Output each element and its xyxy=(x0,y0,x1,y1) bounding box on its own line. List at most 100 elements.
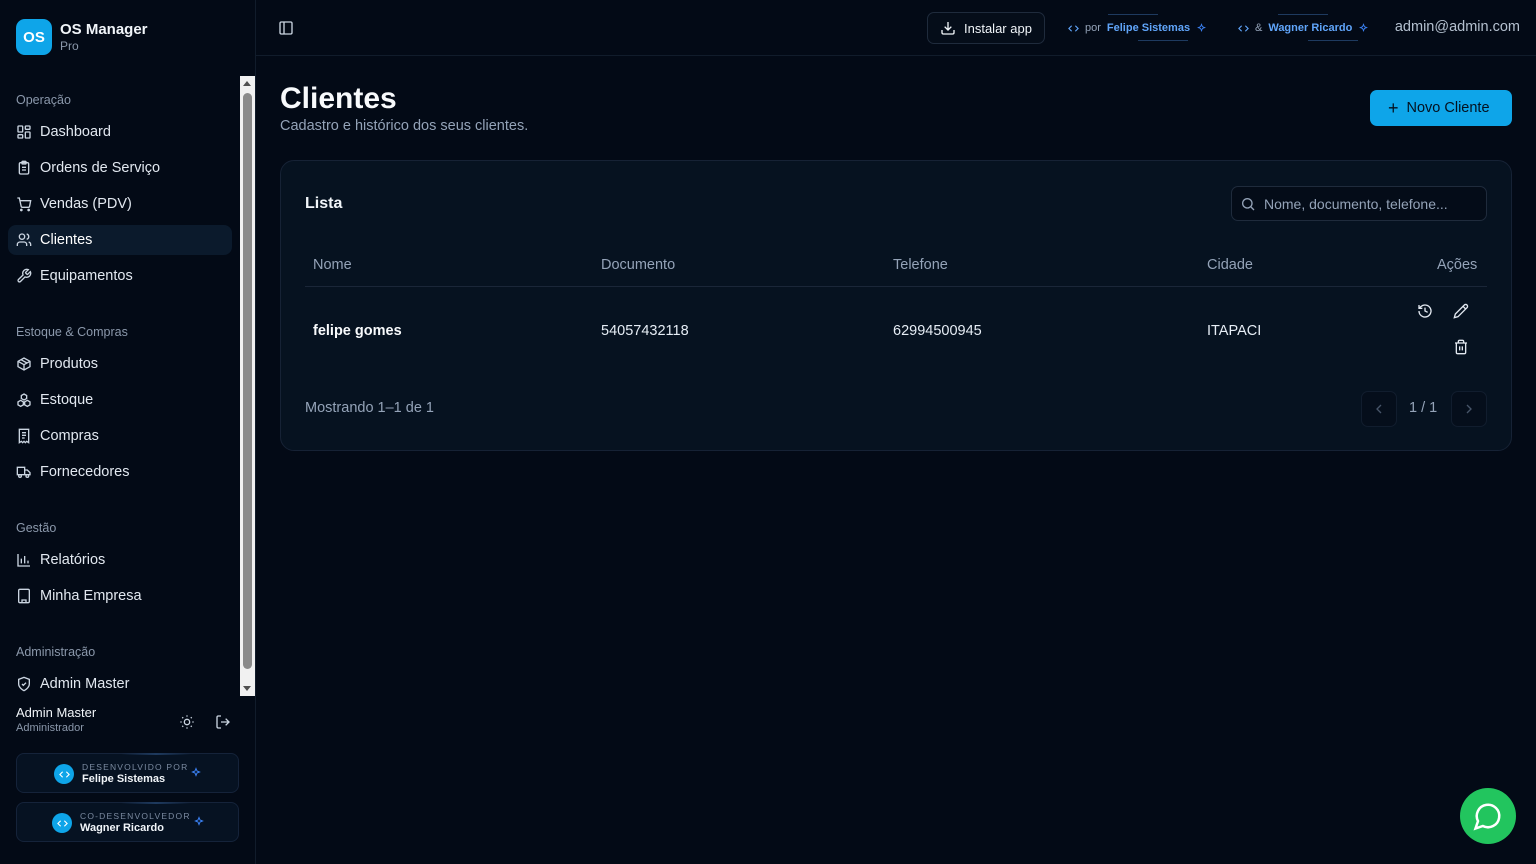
co-developer-label: CO-DESENVOLVEDOR xyxy=(80,810,191,821)
logout-button[interactable] xyxy=(213,712,233,732)
sidebar-item-equipamentos[interactable]: Equipamentos xyxy=(8,261,232,291)
bar-chart-icon xyxy=(16,552,32,568)
clipboard-icon xyxy=(16,160,32,176)
nav-section-operacao: Operação xyxy=(16,93,71,107)
sidebar-item-compras[interactable]: Compras xyxy=(8,421,232,451)
cell-nome: felipe gomes xyxy=(313,323,402,339)
chevron-left-icon xyxy=(1371,401,1387,417)
column-header-telefone: Telefone xyxy=(893,257,948,273)
plus-icon: + xyxy=(1388,98,1399,118)
developer-card[interactable]: DESENVOLVIDO POR Felipe Sistemas xyxy=(16,753,239,793)
search-input[interactable] xyxy=(1264,195,1484,212)
sparkles-icon xyxy=(1358,22,1369,34)
dashboard-icon xyxy=(16,124,32,140)
brand[interactable]: OS OS Manager Pro xyxy=(16,19,148,55)
next-page-button[interactable] xyxy=(1451,391,1487,427)
user-panel: Admin Master Administrador xyxy=(16,705,240,734)
install-app-label: Instalar app xyxy=(964,20,1032,36)
page-title: Clientes xyxy=(280,82,397,115)
column-header-acoes: Ações xyxy=(1437,257,1478,273)
brand-tier: Pro xyxy=(60,39,79,53)
cell-cidade: ITAPACI xyxy=(1207,323,1262,339)
code-icon xyxy=(1238,23,1249,34)
shield-icon xyxy=(16,676,32,692)
search-box[interactable] xyxy=(1231,186,1487,221)
history-icon xyxy=(1417,303,1435,319)
whatsapp-button[interactable] xyxy=(1460,788,1516,844)
sidebar-item-label: Compras xyxy=(40,428,99,444)
sidebar: OS OS Manager Pro Operação Dashboard Ord… xyxy=(0,0,256,864)
nav-section-estoque: Estoque & Compras xyxy=(16,325,128,339)
download-icon xyxy=(940,20,956,36)
sidebar-item-label: Relatórios xyxy=(40,552,106,568)
edit-button[interactable] xyxy=(1453,303,1471,321)
cart-icon xyxy=(16,196,32,212)
page-subtitle: Cadastro e histórico dos seus clientes. xyxy=(280,118,529,134)
developer-label: DESENVOLVIDO POR xyxy=(82,761,189,772)
page-indicator: 1 / 1 xyxy=(1409,400,1438,416)
theme-toggle-button[interactable] xyxy=(177,712,197,732)
sidebar-item-relatorios[interactable]: Relatórios xyxy=(8,545,232,575)
code-icon xyxy=(54,764,74,784)
table-row[interactable]: felipe gomes 54057432118 62994500945 ITA… xyxy=(305,287,1487,375)
list-title: Lista xyxy=(305,195,343,212)
sidebar-item-minha-empresa[interactable]: Minha Empresa xyxy=(8,581,232,611)
credit-felipe[interactable]: por Felipe Sistemas xyxy=(1068,14,1207,41)
users-icon xyxy=(16,232,32,248)
boxes-icon xyxy=(16,392,32,408)
package-icon xyxy=(16,356,32,372)
sidebar-nav: Operação Dashboard Ordens de Serviço Ven… xyxy=(0,76,256,696)
install-app-button[interactable]: Instalar app xyxy=(927,12,1045,44)
sidebar-item-label: Vendas (PDV) xyxy=(40,196,132,212)
sparkles-icon xyxy=(193,816,205,828)
nav-section-gestao: Gestão xyxy=(16,521,57,535)
prev-page-button[interactable] xyxy=(1361,391,1397,427)
co-developer-card[interactable]: CO-DESENVOLVEDOR Wagner Ricardo xyxy=(16,802,239,842)
credit-prefix: por xyxy=(1085,22,1101,34)
sidebar-item-estoque[interactable]: Estoque xyxy=(8,385,232,415)
credit-name: Felipe Sistemas xyxy=(1106,22,1191,34)
truck-icon xyxy=(16,464,32,480)
top-bar: Instalar app por Felipe Sistemas & Wagne… xyxy=(256,0,1536,56)
trash-icon xyxy=(1453,339,1471,355)
code-icon xyxy=(1068,23,1079,34)
sparkles-icon xyxy=(190,767,202,779)
sidebar-item-admin-master[interactable]: Admin Master xyxy=(8,669,232,696)
column-header-documento: Documento xyxy=(601,257,676,273)
sun-icon xyxy=(179,714,195,730)
sidebar-item-dashboard[interactable]: Dashboard xyxy=(8,117,232,147)
user-email: admin@admin.com xyxy=(1394,19,1520,35)
brand-name: OS Manager xyxy=(60,21,148,38)
scroll-up-arrow[interactable] xyxy=(243,81,251,86)
delete-button[interactable] xyxy=(1453,339,1471,357)
history-button[interactable] xyxy=(1417,303,1435,321)
sidebar-item-label: Admin Master xyxy=(40,676,130,692)
sidebar-item-vendas[interactable]: Vendas (PDV) xyxy=(8,189,232,219)
sidebar-item-fornecedores[interactable]: Fornecedores xyxy=(8,457,232,487)
column-header-nome: Nome xyxy=(313,257,352,273)
sidebar-toggle-button[interactable] xyxy=(278,20,294,36)
sidebar-item-produtos[interactable]: Produtos xyxy=(8,349,232,379)
sidebar-item-label: Fornecedores xyxy=(40,464,130,480)
sidebar-item-label: Minha Empresa xyxy=(40,588,142,604)
code-icon xyxy=(52,813,72,833)
credit-wagner[interactable]: & Wagner Ricardo xyxy=(1238,14,1369,41)
scroll-down-arrow[interactable] xyxy=(243,686,251,691)
sidebar-item-label: Ordens de Serviço xyxy=(40,160,161,176)
scroll-thumb[interactable] xyxy=(243,93,252,669)
sidebar-item-label: Equipamentos xyxy=(40,268,133,284)
wrench-icon xyxy=(16,268,32,284)
co-developer-name: Wagner Ricardo xyxy=(80,821,164,834)
sidebar-scrollbar[interactable] xyxy=(240,76,255,696)
user-name: Admin Master xyxy=(16,705,97,720)
receipt-icon xyxy=(16,428,32,444)
nav-section-administracao: Administração xyxy=(16,645,96,659)
logout-icon xyxy=(215,714,231,730)
new-client-label: Novo Cliente xyxy=(1406,100,1490,116)
search-icon xyxy=(1240,196,1256,212)
chevron-right-icon xyxy=(1461,401,1477,417)
building-icon xyxy=(16,588,32,604)
new-client-button[interactable]: + Novo Cliente xyxy=(1370,90,1512,126)
sidebar-item-clientes[interactable]: Clientes xyxy=(8,225,232,255)
sidebar-item-ordens[interactable]: Ordens de Serviço xyxy=(8,153,232,183)
